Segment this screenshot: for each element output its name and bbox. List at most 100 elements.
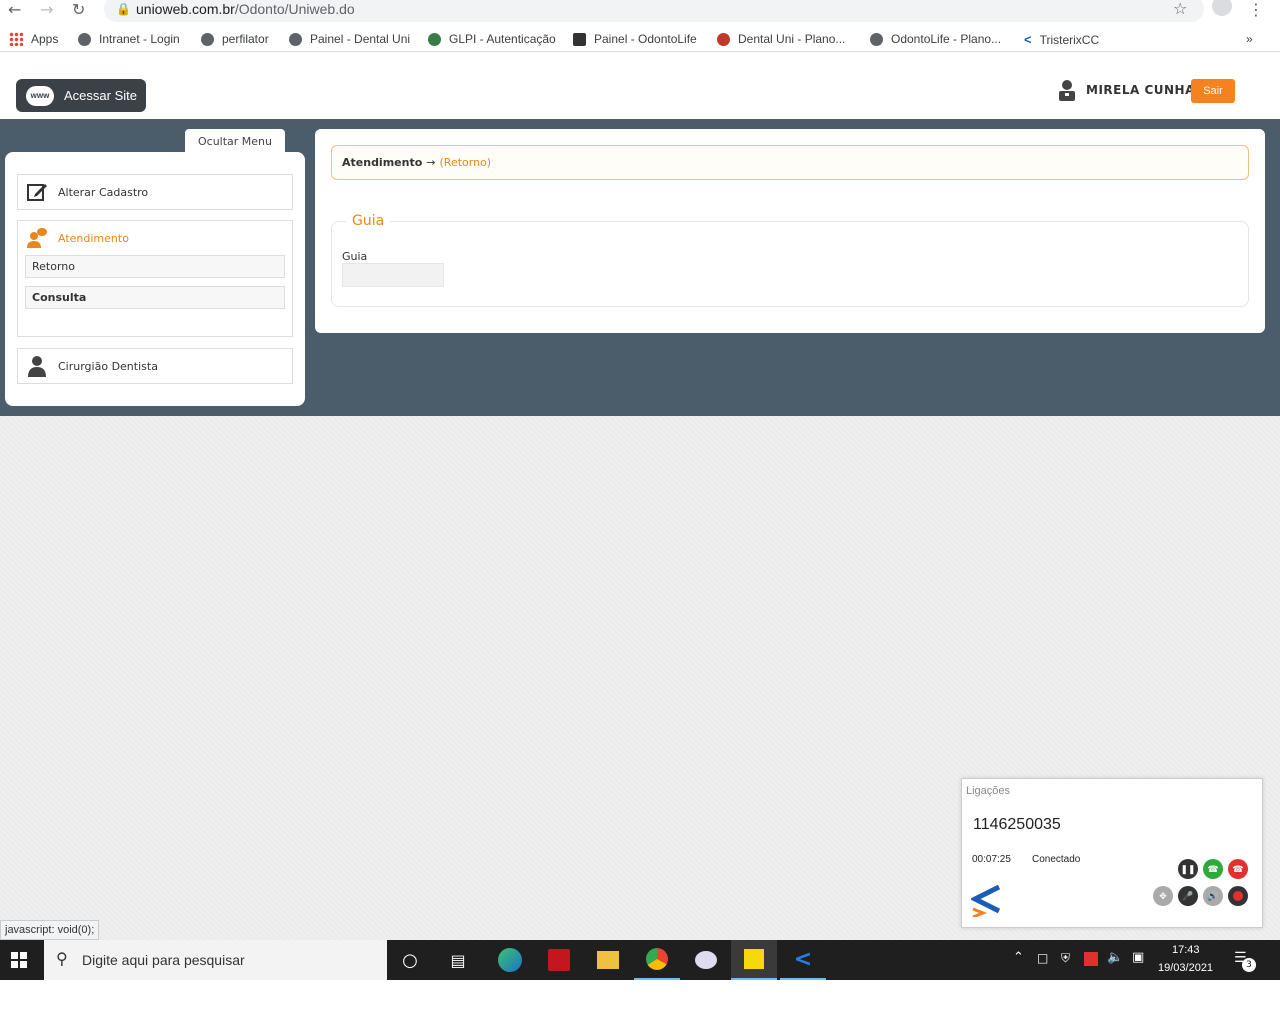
- site-header: www Acessar Site MIRELA CUNHA Sair: [0, 59, 1280, 119]
- globe-icon: [289, 32, 302, 46]
- bookmark-apps[interactable]: Apps: [9, 32, 58, 46]
- bookmark-label: GLPI - Autenticação: [449, 32, 556, 46]
- bookmark-painel-odontolife[interactable]: Painel - OdontoLife: [573, 32, 697, 46]
- breadcrumb: Atendimento → (Retorno): [331, 145, 1249, 180]
- volume-icon[interactable]: 🔊: [1203, 886, 1223, 906]
- profile-avatar-icon[interactable]: [1212, 0, 1232, 16]
- tristerix-icon: <: [1024, 32, 1032, 47]
- dental-uni-icon: [717, 32, 730, 46]
- tristerix-logo-icon: [971, 885, 1001, 917]
- sidebar-item-label: Alterar Cadastro: [58, 185, 149, 199]
- bookmark-intranet[interactable]: Intranet - Login: [78, 32, 180, 46]
- clock-date[interactable]: 19/03/2021: [1158, 962, 1213, 974]
- bookmark-perfilator[interactable]: perfilator: [201, 32, 269, 46]
- user-chat-icon: [27, 228, 47, 248]
- record-icon[interactable]: [1228, 886, 1248, 906]
- bookmark-label: OdontoLife - Plano...: [891, 32, 1002, 46]
- acessar-site-label: Acessar Site: [64, 88, 137, 103]
- bookmark-tristerixcc[interactable]: < TristerixCC: [1024, 32, 1099, 47]
- bookmark-odontolife-plano[interactable]: OdontoLife - Plano...: [870, 32, 1001, 46]
- guia-legend: Guia: [346, 213, 391, 229]
- sidebar-item-atendimento[interactable]: Atendimento Retorno Consulta: [17, 220, 293, 337]
- reload-icon[interactable]: ↻: [72, 0, 85, 19]
- browser-status-bar: javascript: void(0);: [0, 920, 100, 940]
- cortana-icon[interactable]: ○: [387, 940, 433, 980]
- browser-toolbar: ← → ↻ 🔒 unioweb.com.br/Odonto/Uniweb.do …: [0, 0, 1280, 22]
- acessar-site-button[interactable]: www Acessar Site: [16, 79, 146, 112]
- sidebar-item-cirurgiao-dentista[interactable]: Cirurgião Dentista: [17, 348, 293, 384]
- sidebar: Alterar Cadastro Atendimento Retorno Con…: [5, 152, 305, 406]
- taskbar: ⚲ Digite aqui para pesquisar ○ ▤ < ⌃ □ ⛨…: [0, 940, 1280, 980]
- show-hidden-icons[interactable]: ⌃: [1013, 950, 1024, 965]
- star-icon[interactable]: ☆: [1173, 0, 1187, 18]
- search-icon: ⚲: [56, 951, 68, 968]
- bookmarks-bar: Apps Intranet - Login perfilator Painel …: [0, 28, 1280, 52]
- user-name: MIRELA CUNHA: [1086, 83, 1195, 97]
- hangup-icon[interactable]: ☎: [1228, 859, 1248, 879]
- globe-icon: [201, 32, 214, 46]
- security-icon[interactable]: ⛨: [1061, 951, 1070, 966]
- bookmark-label: Intranet - Login: [99, 32, 180, 46]
- bookmark-label: Apps: [31, 32, 59, 46]
- sidebar-item-label: Cirurgião Dentista: [58, 359, 158, 373]
- call-widget-title: Ligações: [966, 785, 1011, 797]
- globe-icon: [870, 32, 883, 46]
- edit-icon: [27, 184, 47, 201]
- globe-icon: [78, 32, 91, 46]
- breadcrumb-section: Atendimento: [342, 156, 423, 169]
- url-text[interactable]: unioweb.com.br/Odonto/Uniweb.do: [136, 1, 355, 17]
- glpi-icon: [428, 32, 441, 46]
- answer-call-icon[interactable]: ☎: [1203, 859, 1223, 879]
- guia-input[interactable]: [342, 263, 444, 287]
- submenu-consulta[interactable]: Consulta: [25, 286, 285, 309]
- screen-bottom-area: [0, 980, 1280, 1024]
- odontolife-icon: [573, 32, 586, 46]
- task-view-icon[interactable]: ▤: [435, 940, 481, 980]
- edge-icon[interactable]: [487, 940, 533, 980]
- more-bookmarks-button[interactable]: »: [1246, 32, 1253, 46]
- call-widget: Ligações 1146250035 00:07:25 Conectado ❚…: [961, 778, 1263, 928]
- bookmark-label: perfilator: [222, 32, 269, 46]
- transfer-icon[interactable]: ✥: [1153, 886, 1173, 906]
- hide-menu-button[interactable]: Ocultar Menu: [185, 129, 285, 153]
- call-number: 1146250035: [973, 816, 1061, 833]
- volume-tray-icon[interactable]: 🔈: [1107, 950, 1123, 965]
- back-arrow-icon[interactable]: ←: [8, 0, 21, 19]
- more-bookmarks-label: »: [1246, 32, 1253, 46]
- call-duration: 00:07:25: [972, 854, 1011, 865]
- sticky-notes-icon[interactable]: [731, 940, 777, 980]
- mute-mic-icon[interactable]: 🎤: [1178, 886, 1198, 906]
- user-icon: [1059, 80, 1075, 101]
- bookmark-label: Painel - OdontoLife: [594, 32, 697, 46]
- more-menu-icon[interactable]: ⋮: [1248, 0, 1264, 19]
- forward-arrow-icon[interactable]: →: [40, 0, 53, 19]
- bookmark-label: TristerixCC: [1039, 32, 1100, 47]
- chrome-icon[interactable]: [634, 940, 680, 980]
- call-status: Conectado: [1032, 854, 1081, 865]
- meet-now-icon[interactable]: □: [1037, 951, 1048, 965]
- tristerix-app-icon[interactable]: <: [780, 940, 826, 980]
- tray-app-icon[interactable]: [1084, 952, 1098, 966]
- network-icon[interactable]: ▣: [1132, 950, 1144, 965]
- taskbar-search-input[interactable]: ⚲ Digite aqui para pesquisar: [44, 940, 387, 980]
- breadcrumb-arrow: →: [426, 156, 436, 169]
- clock-time[interactable]: 17:43: [1172, 944, 1200, 956]
- dentist-icon: [28, 356, 46, 377]
- url-path: /Odonto/Uniweb.do: [234, 1, 355, 17]
- windows-start-icon[interactable]: [11, 952, 27, 968]
- logout-button[interactable]: Sair: [1191, 79, 1235, 103]
- lock-icon[interactable]: 🔒: [116, 2, 131, 16]
- sidebar-item-alterar-cadastro[interactable]: Alterar Cadastro: [17, 174, 293, 210]
- file-explorer-icon[interactable]: [585, 940, 631, 980]
- search-placeholder: Digite aqui para pesquisar: [82, 952, 245, 968]
- bookmark-painel-dental-uni[interactable]: Painel - Dental Uni: [289, 32, 410, 46]
- bookmark-dental-uni-plano[interactable]: Dental Uni - Plano...: [717, 32, 845, 46]
- main-panel: Atendimento → (Retorno) Guia Guia: [315, 129, 1265, 333]
- pause-icon[interactable]: ❚❚: [1178, 859, 1198, 879]
- paint-icon[interactable]: [683, 940, 729, 980]
- acrobat-icon[interactable]: [536, 940, 582, 980]
- notification-count-badge: 3: [1242, 958, 1256, 972]
- bookmark-glpi[interactable]: GLPI - Autenticação: [428, 32, 556, 46]
- guia-label: Guia: [342, 250, 368, 263]
- submenu-retorno[interactable]: Retorno: [25, 255, 285, 278]
